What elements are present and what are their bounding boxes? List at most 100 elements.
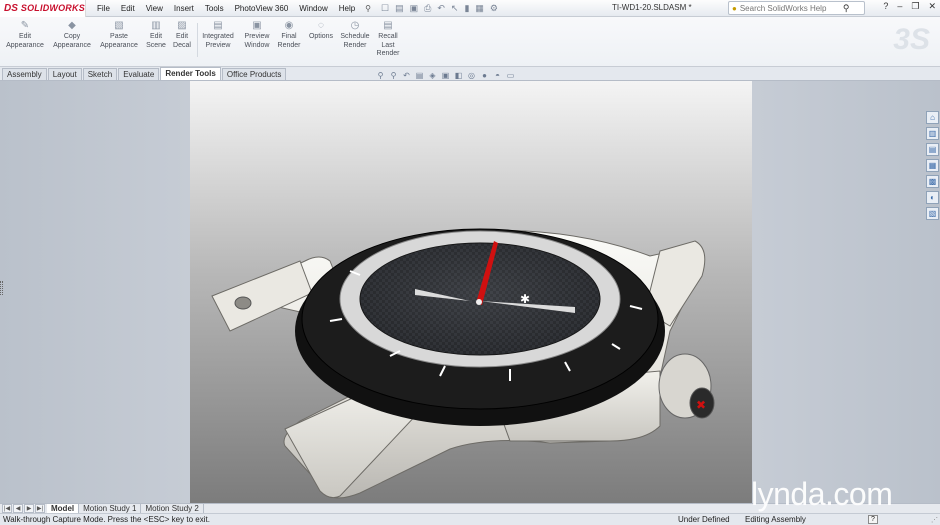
schedule-render-icon: ◷ <box>350 20 360 31</box>
menu-window[interactable]: Window <box>294 4 333 13</box>
menu-view[interactable]: View <box>141 4 169 13</box>
copy-appearance-icon: ◆ <box>68 20 76 31</box>
edit-appearance-hud-icon[interactable]: ● <box>480 71 489 80</box>
custom-properties-icon[interactable]: ▧ <box>926 207 939 220</box>
view-settings-icon[interactable]: ▭ <box>506 71 515 80</box>
tab-evaluate[interactable]: Evaluate <box>118 68 160 80</box>
hand-pinion <box>476 299 482 305</box>
pane-splitter-handle[interactable] <box>0 281 3 295</box>
hide-show-items-icon[interactable]: ◎ <box>467 71 476 80</box>
tab-motion-study-1[interactable]: Motion Study 1 <box>79 503 142 514</box>
final-render-button[interactable]: ◉ Final Render <box>276 20 302 50</box>
search-icon[interactable]: ⚲ <box>843 3 850 14</box>
tab-layout[interactable]: Layout <box>47 68 82 80</box>
rebuild-icon[interactable]: ▮ <box>464 3 469 14</box>
help-search-box: ● ⚲ <box>728 1 865 15</box>
pin-menu-icon[interactable]: ⚲ <box>361 4 375 13</box>
open-document-icon[interactable]: ▤ <box>395 3 404 14</box>
menu-help[interactable]: Help <box>334 4 361 13</box>
edit-scene-button[interactable]: ▥ Edit Scene <box>144 20 168 50</box>
lynda-watermark: lynda.com <box>751 476 893 512</box>
recall-last-render-button[interactable]: ▤ Recall Last Render <box>375 20 401 59</box>
file-explorer-icon[interactable]: ▤ <box>926 143 939 156</box>
command-manager: ✎ Edit Appearance ◆ Copy Appearance ▧ Pa… <box>0 17 940 67</box>
edit-appearance-button[interactable]: ✎ Edit Appearance <box>4 20 46 50</box>
save-icon[interactable]: ▣ <box>410 3 419 14</box>
status-bar: Walk-through Capture Mode. Press the <ES… <box>0 513 940 525</box>
watch-crown: ✖ <box>658 353 715 419</box>
svg-text:✖: ✖ <box>696 398 706 412</box>
dynamic-annotation-icon[interactable]: ◈ <box>428 71 437 80</box>
menu-tools[interactable]: Tools <box>200 4 230 13</box>
options-icon: ◌ <box>318 20 324 31</box>
tab-sketch[interactable]: Sketch <box>82 68 118 80</box>
graphics-area[interactable]: ✱ ✖ ⚲ ⚲ ↶ ▤ ◈ ▣ ◧ ◎ ● ◓ ▭ ⌂ ▥ ▤ ▦ ▩ ◐ ▧ <box>0 71 940 503</box>
tab-office-products[interactable]: Office Products <box>221 68 287 80</box>
close-icon[interactable]: ✕ <box>928 1 936 12</box>
lug-pin-hole <box>234 296 252 310</box>
help-search-input[interactable] <box>739 3 840 13</box>
app-name: SOLIDWORKS <box>20 3 85 13</box>
copy-appearance-button[interactable]: ◆ Copy Appearance <box>51 20 93 50</box>
render-viewport[interactable]: ✱ ✖ <box>190 81 752 503</box>
paste-appearance-icon: ▧ <box>114 20 124 31</box>
heads-up-view-toolbar: ⚲ ⚲ ↶ ▤ ◈ ▣ ◧ ◎ ● ◓ ▭ <box>376 71 515 80</box>
select-icon[interactable]: ↖ <box>451 3 459 14</box>
tab-motion-study-2[interactable]: Motion Study 2 <box>141 503 204 514</box>
edit-appearance-icon: ✎ <box>20 20 30 31</box>
minimize-icon[interactable]: – <box>897 1 902 12</box>
preview-window-button[interactable]: ▣ Preview Window <box>241 20 273 50</box>
recall-render-icon: ▤ <box>383 20 393 31</box>
file-properties-icon[interactable]: ▦ <box>475 3 484 14</box>
new-document-icon[interactable]: ☐ <box>381 3 389 14</box>
schedule-render-button[interactable]: ◷ Schedule Render <box>339 20 371 50</box>
next-tab-icon[interactable]: ▶ <box>24 504 34 513</box>
resize-grip-icon[interactable]: ⋰ <box>931 515 938 525</box>
integrated-preview-icon: ▤ <box>213 20 223 31</box>
edit-decal-icon: ▨ <box>177 20 187 31</box>
options-gear-icon[interactable]: ⚙ <box>490 3 498 14</box>
section-view-icon[interactable]: ▤ <box>415 71 424 80</box>
menu-insert[interactable]: Insert <box>169 4 200 13</box>
print-icon[interactable]: ⎙ <box>424 3 431 14</box>
ds-corner-watermark: 3S <box>893 23 930 56</box>
restore-icon[interactable]: ❐ <box>911 1 919 12</box>
document-title: TI-WD1-20.SLDASM * <box>612 3 692 12</box>
design-library-icon[interactable]: ▥ <box>926 127 939 140</box>
menu-file[interactable]: File <box>92 4 116 13</box>
apply-scene-icon[interactable]: ◓ <box>493 71 502 80</box>
zoom-to-area-icon[interactable]: ⚲ <box>389 71 398 80</box>
integrated-preview-button[interactable]: ▤ Integrated Preview <box>199 20 237 50</box>
solidworks-logo[interactable]: DS SOLIDWORKS <box>0 0 86 17</box>
lightbulb-icon: ● <box>732 3 737 13</box>
editing-mode-status: Editing Assembly <box>745 515 806 524</box>
search-results-icon[interactable]: ▦ <box>926 159 939 172</box>
right-background-area <box>752 81 940 503</box>
solidworks-window: DS SOLIDWORKS File Edit View Insert Tool… <box>0 0 940 525</box>
appearances-scenes-icon[interactable]: ◐ <box>926 191 939 204</box>
options-button[interactable]: ◌ Options <box>306 20 336 42</box>
menu-edit[interactable]: Edit <box>116 4 141 13</box>
window-controls: ? – ❐ ✕ <box>883 1 936 12</box>
display-style-icon[interactable]: ◧ <box>454 71 463 80</box>
view-orientation-icon[interactable]: ▣ <box>441 71 450 80</box>
task-pane-tabs: ⌂ ▥ ▤ ▦ ▩ ◐ ▧ <box>926 111 940 220</box>
zoom-to-fit-icon[interactable]: ⚲ <box>376 71 385 80</box>
last-tab-icon[interactable]: ▶| <box>35 504 45 513</box>
view-palette-icon[interactable]: ▩ <box>926 175 939 188</box>
previous-view-icon[interactable]: ↶ <box>402 71 411 80</box>
quick-tips-button[interactable]: ? <box>868 515 878 524</box>
ribbon-separator <box>197 23 198 57</box>
help-question-icon[interactable]: ? <box>883 1 888 12</box>
solidworks-resources-icon[interactable]: ⌂ <box>926 111 939 124</box>
edit-decal-button[interactable]: ▨ Edit Decal <box>170 20 194 50</box>
previous-tab-icon[interactable]: ◀ <box>13 504 23 513</box>
paste-appearance-button[interactable]: ▧ Paste Appearance <box>98 20 140 50</box>
final-render-icon: ◉ <box>284 20 294 31</box>
tab-model[interactable]: Model <box>47 503 80 514</box>
menu-photoview[interactable]: PhotoView 360 <box>230 4 295 13</box>
undo-icon[interactable]: ↶ <box>437 3 445 14</box>
first-tab-icon[interactable]: |◀ <box>2 504 12 513</box>
tab-render-tools[interactable]: Render Tools <box>160 67 221 80</box>
tab-assembly[interactable]: Assembly <box>2 68 47 80</box>
